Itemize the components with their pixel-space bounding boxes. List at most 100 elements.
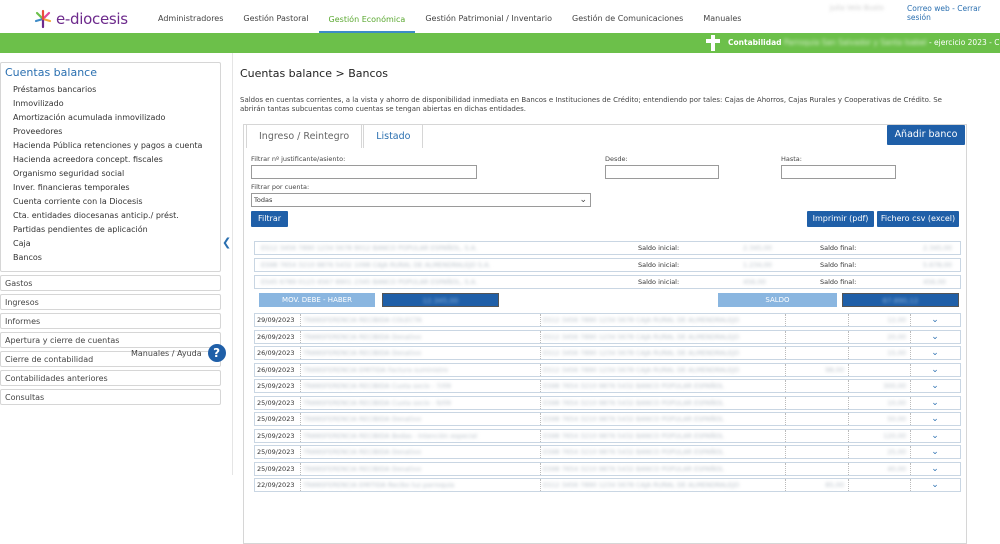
nav-item[interactable]: Gestión de Comunicaciones bbox=[562, 0, 693, 33]
movement-account-text: ES98 7654 3210 9876 5432 BANCO POPULAR E… bbox=[543, 448, 724, 456]
movement-debe bbox=[786, 462, 849, 475]
sidebar-item[interactable]: Caja bbox=[5, 237, 216, 251]
logo-icon bbox=[33, 9, 53, 29]
movement-date-text: 25/09/2023 bbox=[257, 448, 295, 456]
sidebar-section[interactable]: Ingresos bbox=[0, 294, 221, 310]
movement-account-text: ES98 7654 3210 9876 5432 BANCO POPULAR E… bbox=[543, 464, 724, 473]
expand-chevron-icon[interactable]: ⌄ bbox=[911, 446, 959, 458]
tab-listado[interactable]: Listado bbox=[363, 124, 424, 148]
expand-chevron-icon[interactable]: ⌄ bbox=[911, 380, 959, 392]
add-bank-button[interactable]: Añadir banco bbox=[887, 125, 965, 145]
movement-concept: TRANSFERENCIA RECIBIDA COLECTA bbox=[301, 314, 541, 326]
movement-row[interactable]: 29/09/2023 TRANSFERENCIA RECIBIDA COLECTA… bbox=[254, 313, 961, 327]
sidebar-item[interactable]: Hacienda acreedora concept. fiscales bbox=[5, 153, 216, 167]
sidebar-section[interactable]: Informes bbox=[0, 313, 221, 329]
nav-item[interactable]: Gestión Patrimonial / Inventario bbox=[415, 0, 562, 33]
page-description: Saldos en cuentas corrientes, a la vista… bbox=[240, 96, 942, 113]
sidebar-section[interactable]: Consultas bbox=[0, 389, 221, 405]
movement-account-text: ES98 7654 3210 9876 5432 BANCO POPULAR E… bbox=[543, 415, 724, 423]
movement-concept: TRANSFERENCIA RECIBIDA Donativo bbox=[301, 462, 541, 475]
context-suffix[interactable]: - ejercicio 2023 - Cambiar bbox=[929, 38, 1000, 47]
expand-chevron-icon[interactable]: ⌄ bbox=[911, 397, 959, 409]
logo[interactable]: e-diocesis bbox=[33, 9, 128, 29]
movement-concept: TRANSFERENCIA EMITIDA Recibo luz parroqu… bbox=[301, 479, 541, 491]
cuenta-select[interactable]: Todas ⌄ bbox=[251, 193, 591, 207]
movement-debe bbox=[786, 314, 849, 326]
movement-row[interactable]: 25/09/2023 TRANSFERENCIA RECIBIDA Donativ… bbox=[254, 445, 961, 459]
listing-panel: Ingreso / Reintegro Listado Añadir banco… bbox=[243, 124, 967, 544]
filter-button[interactable]: Filtrar bbox=[251, 211, 288, 227]
movement-concept-text: TRANSFERENCIA EMITIDA Recibo luz parroqu… bbox=[303, 481, 455, 489]
movement-row[interactable]: 25/09/2023 TRANSFERENCIA RECIBIDA Cuota s… bbox=[254, 379, 961, 393]
movement-date: 25/09/2023 bbox=[255, 413, 301, 425]
movement-account-text: ES98 7654 3210 9876 5432 BANCO POPULAR E… bbox=[543, 382, 724, 390]
expand-chevron-icon[interactable]: ⌄ bbox=[911, 347, 959, 359]
logo-text: e-diocesis bbox=[56, 10, 128, 28]
expand-chevron-icon[interactable]: ⌄ bbox=[911, 364, 959, 376]
sidebar-item[interactable]: Cuenta corriente con la Diocesis bbox=[5, 195, 216, 209]
movement-row[interactable]: 25/09/2023 TRANSFERENCIA RECIBIDA Donativ… bbox=[254, 412, 961, 426]
movement-concept: TRANSFERENCIA EMITIDA Factura suministro bbox=[301, 363, 541, 376]
help-link[interactable]: Manuales / Ayuda ? bbox=[131, 344, 226, 362]
expand-chevron-icon[interactable]: ⌄ bbox=[911, 479, 959, 491]
sidebar-item[interactable]: Amortización acumulada inmovilizado bbox=[5, 111, 216, 125]
sidebar-item[interactable]: Cta. entidades diocesanas anticip./ prés… bbox=[5, 209, 216, 223]
movement-haber-text: 15,00 bbox=[887, 349, 906, 357]
desde-input[interactable] bbox=[605, 165, 719, 179]
movement-haber: 20,00 bbox=[849, 330, 911, 343]
movement-row[interactable]: 26/09/2023 TRANSFERENCIA RECIBIDA Donativ… bbox=[254, 329, 961, 344]
top-header: e-diocesis Administradores Gestión Pastor… bbox=[0, 0, 1000, 33]
nav-item[interactable]: Manuales bbox=[693, 0, 751, 33]
movement-account: ES12 3456 7890 1234 5678 CAJA RURAL DE A… bbox=[541, 330, 786, 343]
cuenta-label: Filtrar por cuenta: bbox=[251, 183, 310, 191]
movement-row[interactable]: 22/09/2023 TRANSFERENCIA EMITIDA Recibo l… bbox=[254, 478, 961, 492]
sidebar-section[interactable]: Gastos bbox=[0, 275, 221, 291]
movement-row[interactable]: 26/09/2023 TRANSFERENCIA RECIBIDA Donativ… bbox=[254, 346, 961, 360]
movement-row[interactable]: 25/09/2023 TRANSFERENCIA RECIBIDA Bodas -… bbox=[254, 428, 961, 443]
sidebar-item[interactable]: Préstamos bancarios bbox=[5, 83, 216, 97]
sidebar-section[interactable]: Contabilidades anteriores bbox=[0, 370, 221, 386]
movement-concept: TRANSFERENCIA RECIBIDA Cuota socio - 7/0… bbox=[301, 380, 541, 392]
summary-final-label: Saldo final: bbox=[820, 261, 857, 269]
movement-row[interactable]: 26/09/2023 TRANSFERENCIA EMITIDA Factura … bbox=[254, 362, 961, 377]
main-content: Cuentas balance > Bancos Saldos en cuent… bbox=[240, 62, 1000, 544]
sidebar-title[interactable]: Cuentas balance bbox=[5, 66, 216, 79]
expand-chevron-icon[interactable]: ⌄ bbox=[911, 463, 959, 475]
movement-date: 25/09/2023 bbox=[255, 429, 301, 442]
collapse-sidebar-icon[interactable]: ❮ bbox=[222, 236, 231, 249]
sidebar-item[interactable]: Inmovilizado bbox=[5, 97, 216, 111]
help-label[interactable]: Manuales / Ayuda bbox=[131, 349, 202, 358]
movement-concept-text: TRANSFERENCIA RECIBIDA Cuota socio - 9/0… bbox=[303, 398, 451, 407]
movement-date-text: 25/09/2023 bbox=[257, 398, 295, 407]
expand-chevron-icon[interactable]: ⌄ bbox=[911, 413, 959, 425]
sidebar-balance-box: Cuentas balance Préstamos bancarios Inmov… bbox=[0, 62, 221, 272]
expand-chevron-icon[interactable]: ⌄ bbox=[911, 430, 959, 442]
print-pdf-button[interactable]: Imprimir (pdf) bbox=[807, 211, 874, 227]
help-icon[interactable]: ? bbox=[207, 344, 226, 362]
expand-chevron-icon[interactable]: ⌄ bbox=[911, 314, 959, 326]
movement-date: 22/09/2023 bbox=[255, 479, 301, 491]
sidebar-item[interactable]: Inver. financieras temporales bbox=[5, 181, 216, 195]
movement-debe: 98,00 bbox=[786, 363, 849, 376]
sidebar-item[interactable]: Proveedores bbox=[5, 125, 216, 139]
movement-row[interactable]: 25/09/2023 TRANSFERENCIA RECIBIDA Cuota s… bbox=[254, 395, 961, 410]
export-csv-button[interactable]: Fichero csv (excel) bbox=[877, 211, 959, 227]
justificante-input[interactable] bbox=[251, 165, 477, 179]
nav-item[interactable]: Gestión Pastoral bbox=[233, 0, 318, 33]
summary-final-label: Saldo final: bbox=[820, 244, 857, 252]
movement-concept-text: TRANSFERENCIA RECIBIDA Bodas - Intención… bbox=[303, 431, 478, 440]
movement-row[interactable]: 25/09/2023 TRANSFERENCIA RECIBIDA Donativ… bbox=[254, 461, 961, 476]
hasta-input[interactable] bbox=[781, 165, 896, 179]
movement-haber: 300,00 bbox=[849, 380, 911, 392]
nav-item[interactable]: Administradores bbox=[148, 0, 233, 33]
sidebar-item[interactable]: Organismo seguridad social bbox=[5, 167, 216, 181]
expand-chevron-icon[interactable]: ⌄ bbox=[911, 331, 959, 343]
saldo-header: SALDO bbox=[718, 293, 837, 307]
tab-ingreso[interactable]: Ingreso / Reintegro bbox=[246, 124, 363, 148]
sidebar-item[interactable]: Hacienda Pública retenciones y pagos a c… bbox=[5, 139, 216, 153]
nav-item[interactable]: Gestión Económica bbox=[318, 0, 416, 33]
sidebar-item[interactable]: Bancos bbox=[5, 251, 216, 265]
movement-concept: TRANSFERENCIA RECIBIDA Donativo bbox=[301, 446, 541, 458]
header-links[interactable]: Correo web - Cerrar sesión bbox=[907, 4, 1000, 22]
sidebar-item[interactable]: Partidas pendientes de aplicación bbox=[5, 223, 216, 237]
